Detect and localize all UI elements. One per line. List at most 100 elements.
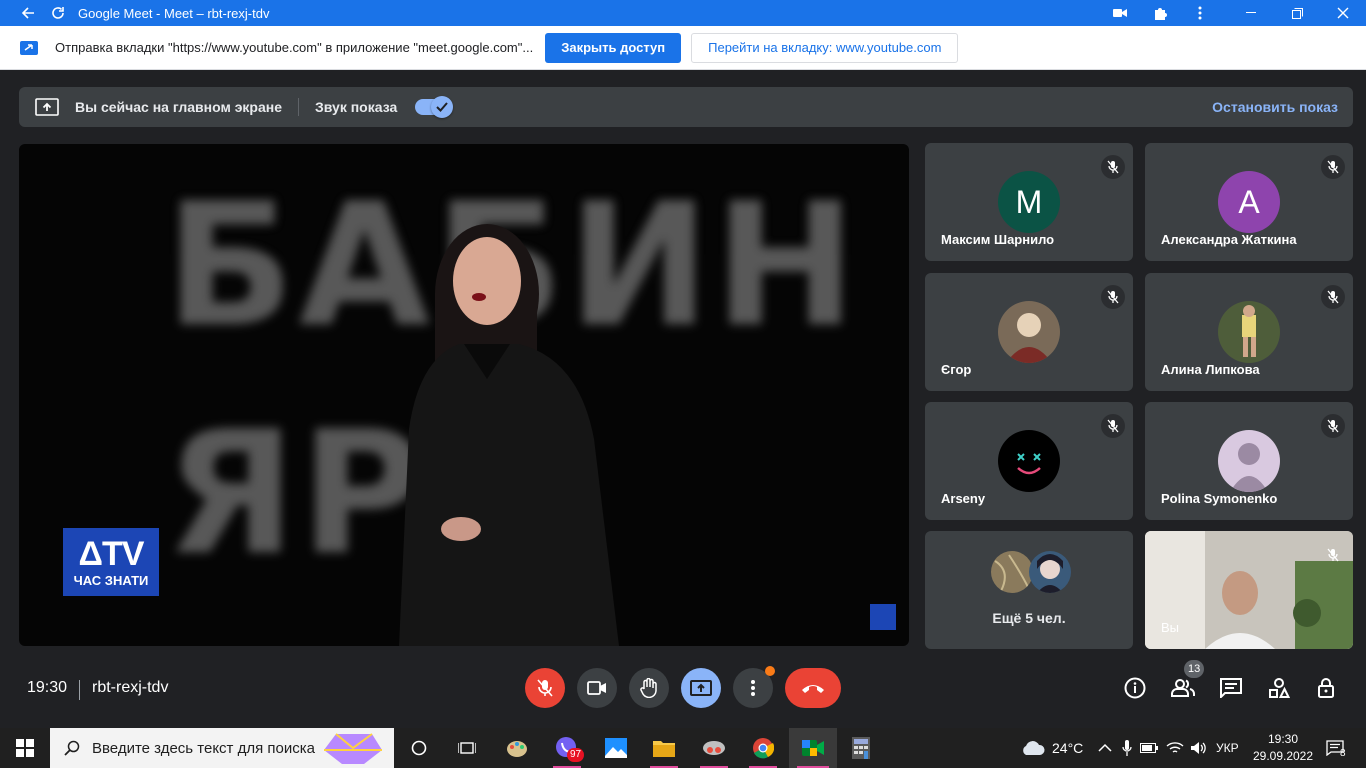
start-button[interactable] — [0, 728, 50, 768]
avatar-default-image — [1218, 430, 1280, 492]
meeting-details-button[interactable] — [1121, 674, 1149, 702]
self-video-tile[interactable]: Вы — [1145, 531, 1353, 649]
more-participants-tile[interactable]: Ещё 5 чел. — [925, 531, 1133, 649]
presenting-bar: Вы сейчас на главном экране Звук показа … — [19, 87, 1353, 127]
search-highlight-image — [324, 733, 382, 764]
participants-count-badge: 13 — [1184, 660, 1205, 678]
present-button[interactable] — [681, 668, 721, 708]
logo-subtitle: ЧАС ЗНАТИ — [73, 572, 149, 588]
reload-icon[interactable] — [44, 0, 72, 26]
mic-off-icon — [1321, 155, 1345, 179]
avatar-smiley-image — [998, 430, 1060, 492]
taskbar-app-paint[interactable] — [495, 728, 539, 768]
raise-hand-button[interactable] — [629, 668, 669, 708]
chat-button[interactable] — [1217, 674, 1245, 702]
camera-toggle-button[interactable] — [577, 668, 617, 708]
folder-icon — [653, 741, 675, 757]
presentation-audio-toggle[interactable] — [415, 96, 454, 118]
extensions-icon[interactable] — [1140, 0, 1180, 26]
participant-tile[interactable]: Polina Symonenko — [1145, 402, 1353, 520]
present-screen-icon — [35, 98, 59, 116]
info-icon — [1124, 677, 1146, 699]
taskbar-search-box[interactable]: Введите здесь текст для поиска — [50, 728, 394, 768]
participant-tile[interactable]: Алина Липкова — [1145, 273, 1353, 391]
avatar-anime-image — [1029, 551, 1071, 593]
maximize-button[interactable] — [1274, 0, 1320, 26]
participant-tile[interactable]: Єгор — [925, 273, 1133, 391]
meeting-time: 19:30 — [27, 679, 68, 696]
search-placeholder: Введите здесь текст для поиска — [92, 739, 315, 757]
divider — [79, 680, 80, 700]
shared-screen-video: БАБИН ЯР ΔTV ЧАС ЗНАТИ — [19, 144, 909, 646]
close-button[interactable] — [1320, 0, 1366, 26]
more-vert-icon — [751, 680, 755, 696]
leave-call-button[interactable] — [785, 668, 841, 708]
mic-off-icon — [1101, 155, 1125, 179]
windows-taskbar: Введите здесь текст для поиска 97 24°C У… — [0, 728, 1366, 768]
mic-off-icon — [1321, 414, 1345, 438]
mic-off-icon — [1101, 414, 1125, 438]
window-title: Google Meet - Meet – rbt-rexj-tdv — [78, 5, 270, 21]
task-view-icon — [458, 742, 476, 754]
shapes-icon — [1269, 678, 1290, 698]
chrome-icon — [753, 738, 774, 759]
taskbar-app-chrome-meet[interactable] — [789, 728, 837, 768]
stop-sharing-button[interactable]: Закрыть доступ — [545, 32, 682, 63]
taskbar-app-snip[interactable] — [692, 728, 736, 768]
participant-name: Александра Жаткина — [1161, 232, 1297, 247]
microphone-toggle-button[interactable] — [525, 668, 565, 708]
notification-center-button[interactable]: 8 — [1326, 728, 1350, 768]
chevron-up-icon[interactable] — [1098, 743, 1112, 753]
hang-up-icon — [802, 685, 824, 693]
participant-name: Arseny — [941, 491, 986, 506]
minimize-button[interactable] — [1228, 0, 1274, 26]
stop-presenting-button[interactable]: Остановить показ — [1212, 99, 1338, 115]
meeting-controls-bar: 19:30 rbt-rexj-tdv 13 — [0, 660, 1366, 728]
participant-tile[interactable]: A Александра Жаткина — [1145, 143, 1353, 261]
host-controls-button[interactable] — [1313, 674, 1341, 702]
task-view-button[interactable] — [445, 728, 489, 768]
volume-icon[interactable] — [1190, 741, 1208, 755]
notification-dot — [765, 666, 775, 676]
weather-widget[interactable]: 24°C — [1020, 728, 1083, 768]
taskbar-clock[interactable]: 19:30 29.09.2022 — [1250, 731, 1316, 765]
switch-tab-button[interactable]: Перейти на вкладку: www.youtube.com — [691, 32, 959, 63]
meeting-code: rbt-rexj-tdv — [92, 679, 169, 696]
scissors-icon — [703, 741, 725, 755]
presentation-audio-label: Звук показа — [315, 99, 398, 115]
avatar-map-image — [991, 551, 1033, 593]
chat-icon — [1220, 678, 1242, 698]
hand-icon — [640, 678, 657, 698]
taskbar-app-viber[interactable]: 97 — [545, 728, 589, 768]
taskbar-app-calculator[interactable] — [839, 728, 883, 768]
activities-button[interactable] — [1265, 674, 1293, 702]
presenting-status: Вы сейчас на главном экране — [75, 99, 283, 115]
participant-tile[interactable]: Arseny — [925, 402, 1133, 520]
back-icon[interactable] — [14, 0, 42, 26]
taskbar-app-photos[interactable] — [594, 728, 638, 768]
microphone-icon[interactable] — [1122, 740, 1132, 756]
lock-person-icon — [1318, 678, 1334, 698]
cortana-icon — [411, 740, 427, 756]
taskbar-app-explorer[interactable] — [642, 728, 686, 768]
present-screen-icon — [690, 680, 712, 696]
more-options-button[interactable] — [733, 666, 775, 708]
video-watermark — [870, 604, 896, 630]
taskbar-app-chrome[interactable] — [741, 728, 785, 768]
participant-name: Алина Липкова — [1161, 362, 1260, 377]
mic-off-icon — [1101, 285, 1125, 309]
language-indicator[interactable]: УКР — [1216, 741, 1239, 755]
video-camera-icon — [587, 681, 606, 695]
battery-icon[interactable] — [1140, 742, 1158, 754]
weather-temp: 24°C — [1052, 740, 1084, 756]
wifi-icon[interactable] — [1166, 741, 1184, 755]
participants-button[interactable] — [1169, 674, 1197, 702]
mic-off-icon — [1321, 543, 1345, 567]
check-icon — [431, 96, 454, 118]
avatar: A — [1218, 171, 1280, 233]
participant-tile[interactable]: M Максим Шарнило — [925, 143, 1133, 261]
task-view-cortana[interactable] — [397, 728, 441, 768]
menu-dots-icon[interactable] — [1180, 0, 1220, 26]
camera-icon[interactable] — [1100, 0, 1140, 26]
tab-cast-icon — [20, 40, 38, 55]
